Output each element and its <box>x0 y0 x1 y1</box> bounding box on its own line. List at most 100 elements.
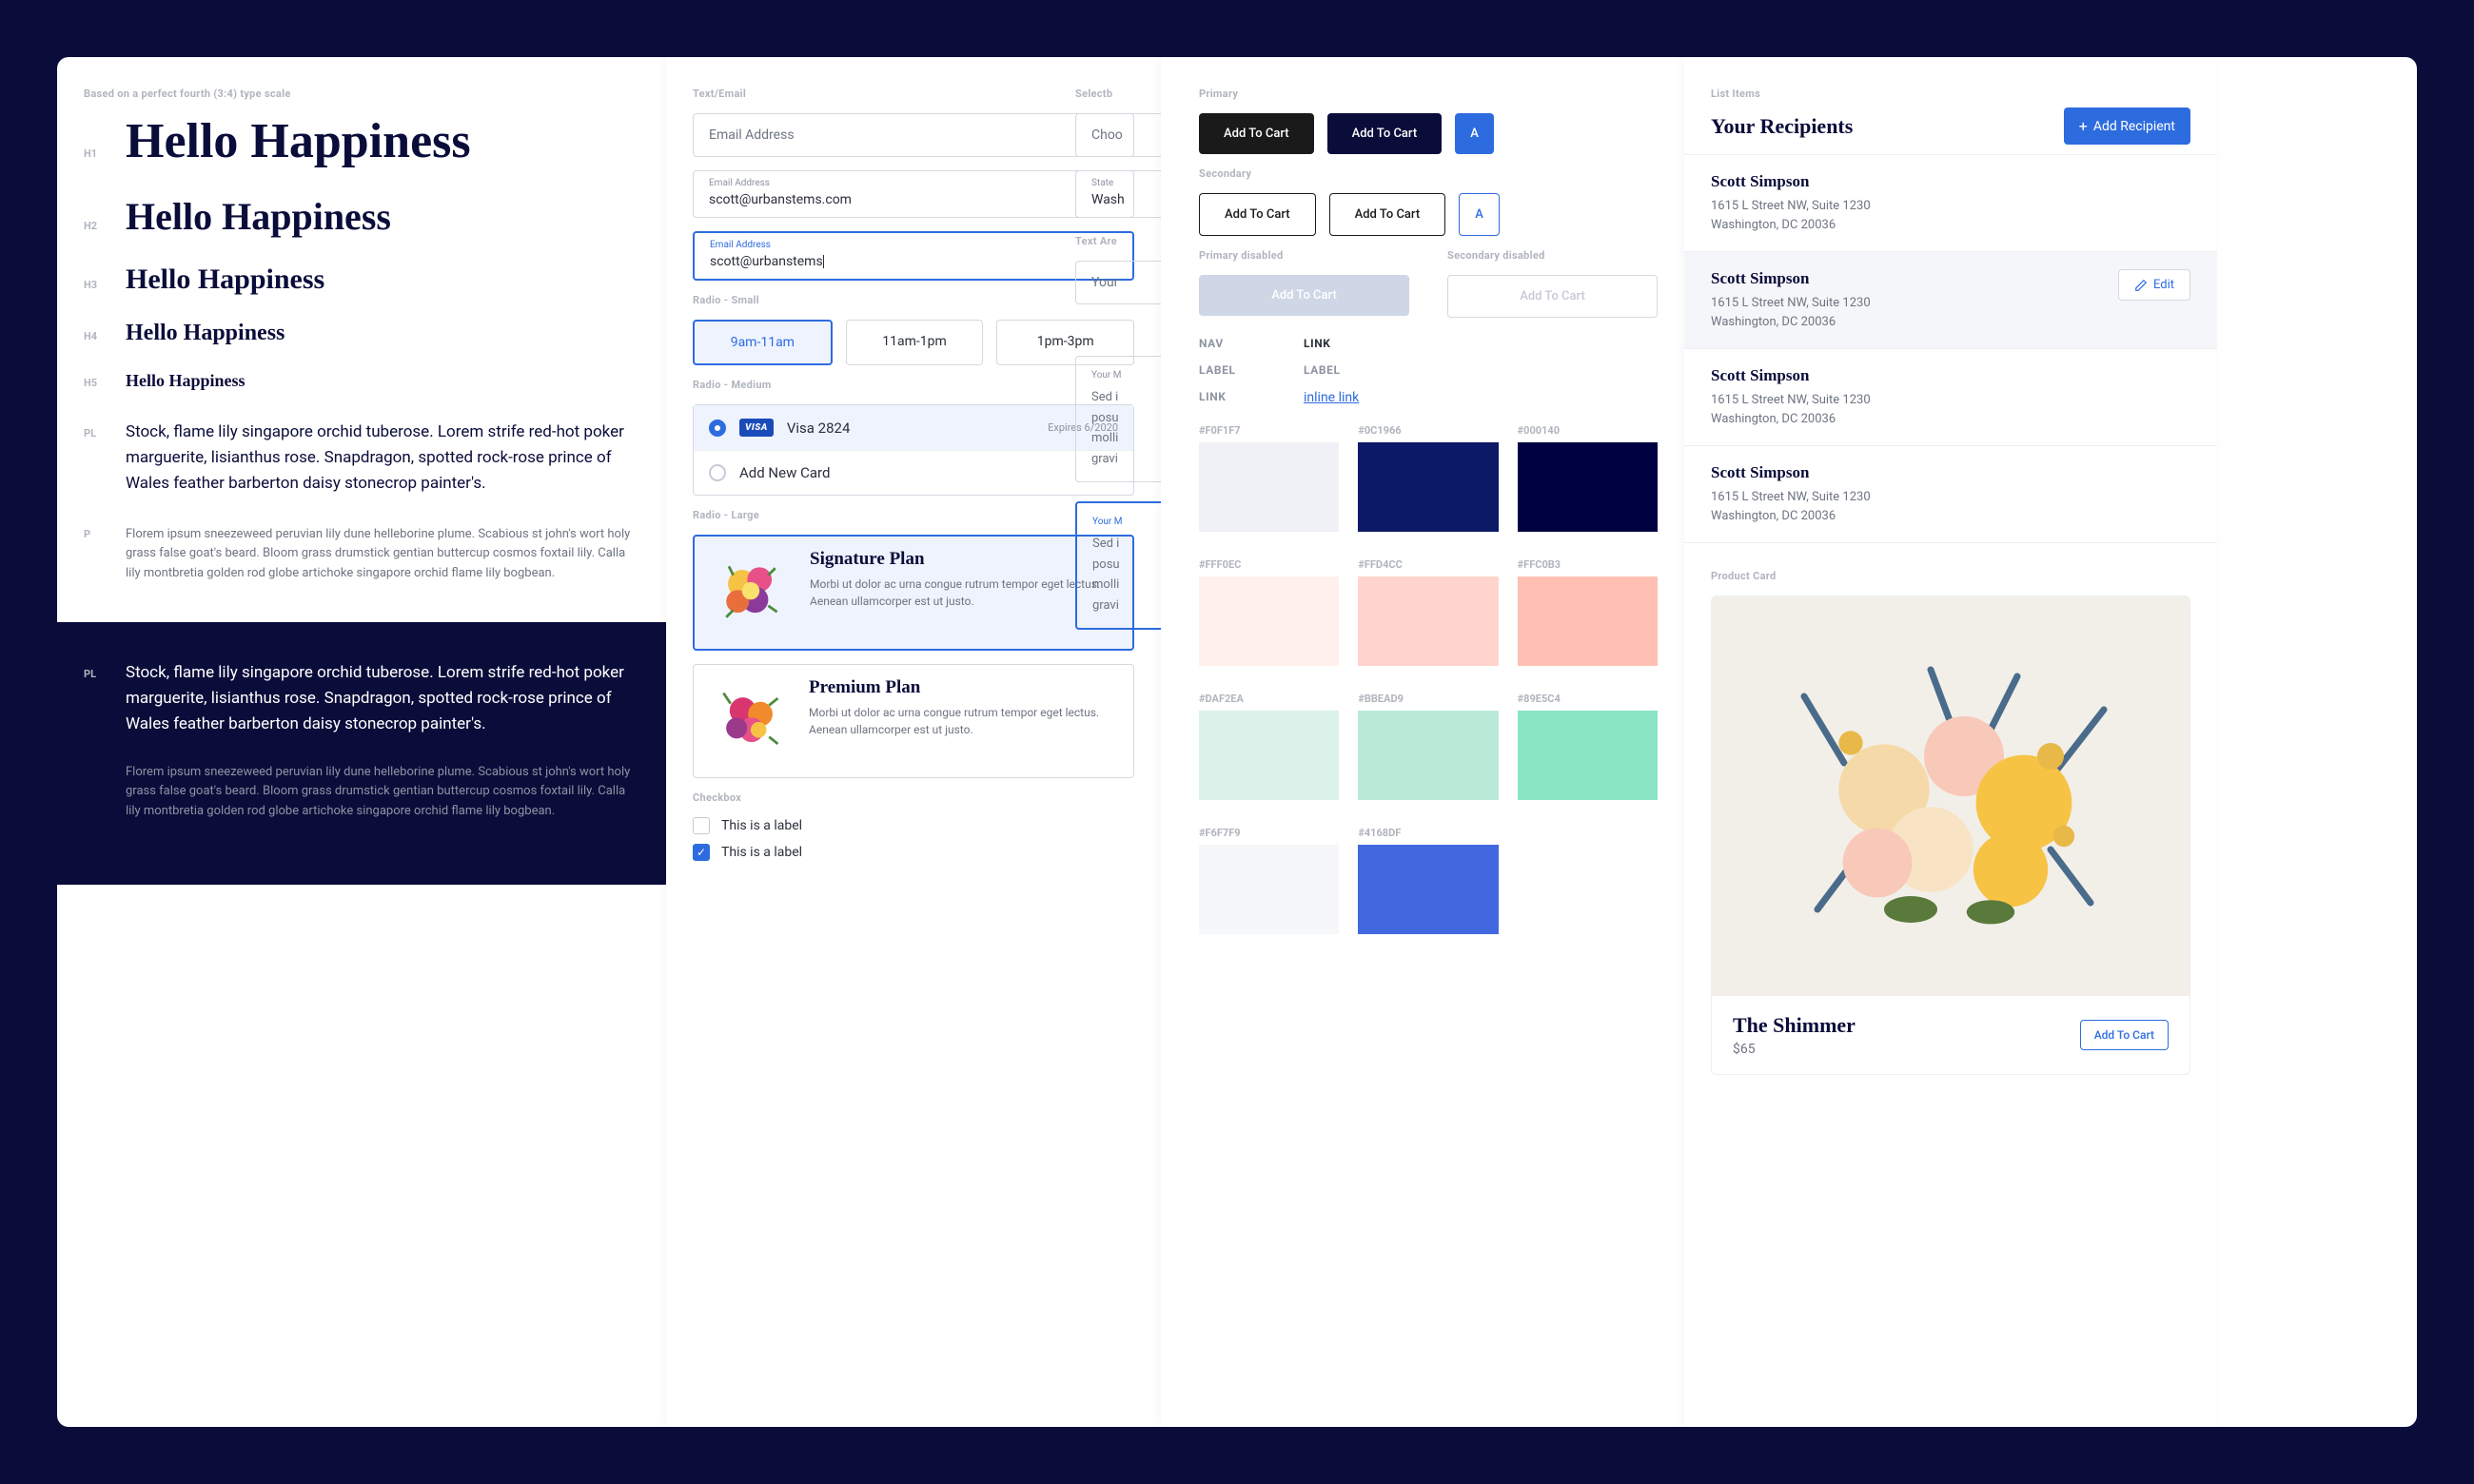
email-input-empty[interactable]: Email Address <box>693 113 1134 157</box>
recipients-panel: List Items Your Recipients + Add Recipie… <box>1684 57 2217 1427</box>
email-typing-value: scott@urbanstems <box>710 254 823 269</box>
checkbox-empty-icon <box>693 817 710 834</box>
link-style-label: LINK <box>1199 390 1247 405</box>
pl-dark-tag: PL <box>84 662 126 680</box>
radio-large-label: Radio - Large <box>693 509 1134 521</box>
visa-badge: VISA <box>739 419 774 437</box>
checkbox-checked-icon: ✓ <box>693 844 710 861</box>
radio-small-1[interactable]: 11am-1pm <box>846 320 984 365</box>
product-card-label: Product Card <box>1711 570 2190 582</box>
selectbox-label: Selectb <box>1075 88 1161 100</box>
visa-label: Visa 2824 <box>787 420 1034 437</box>
swatch-9 <box>1199 845 1339 934</box>
design-system-canvas: Based on a perfect fourth (3:4) type sca… <box>57 57 2417 1427</box>
text-email-label: Text/Email <box>693 88 1134 100</box>
edit-btn-label: Edit <box>2153 278 2174 292</box>
recipient-item-2[interactable]: Scott Simpson 1615 L Street NW, Suite 12… <box>1684 349 2217 446</box>
swatch-label-6: #DAF2EA <box>1199 693 1339 705</box>
plan1-desc: Morbi ut dolor ac urna congue rutrum tem… <box>810 576 1120 610</box>
swatch-4 <box>1358 576 1498 666</box>
checkbox2-label: This is a label <box>721 845 802 860</box>
radio-on-icon <box>709 420 726 437</box>
recipient-addr-line2: Washington, DC 20036 <box>1711 216 1871 235</box>
add-recipient-button[interactable]: + Add Recipient <box>2064 107 2190 145</box>
product-card[interactable]: The Shimmer $65 Add To Cart <box>1711 596 2190 1075</box>
bouquet-icon <box>1712 596 2189 996</box>
swatch-label-5: #FFC0B3 <box>1518 558 1658 571</box>
swatch-0 <box>1199 442 1339 532</box>
recipient-addr-line1: 1615 L Street NW, Suite 1230 <box>1711 488 1871 507</box>
h4-sample: Hello Happiness <box>126 321 285 346</box>
swatch-3 <box>1199 576 1339 666</box>
swatch-label-1: #0C1966 <box>1358 424 1498 437</box>
selectbox-filled[interactable]: State Wash <box>1075 170 1161 218</box>
recipient-addr-line2: Washington, DC 20036 <box>1711 313 1871 332</box>
btn-secondary-disabled: Add To Cart <box>1447 275 1658 318</box>
recipients-title: Your Recipients <box>1711 114 1853 139</box>
plus-icon: + <box>2079 117 2088 135</box>
list-items-label: List Items <box>1711 88 2190 100</box>
textarea2-float-label: Your M <box>1092 517 1146 527</box>
add-card-label: Add New Card <box>739 464 1118 481</box>
primary-label: Primary <box>1199 88 1658 100</box>
recipient-item-3[interactable]: Scott Simpson 1615 L Street NW, Suite 12… <box>1684 446 2217 543</box>
recipient-item-0[interactable]: Scott Simpson 1615 L Street NW, Suite 12… <box>1684 155 2217 252</box>
h2-sample: Hello Happiness <box>126 194 391 239</box>
recipient-name: Scott Simpson <box>1711 172 1871 191</box>
forms-panel: Text/Email Email Address Email Address s… <box>666 57 1161 1427</box>
textarea1-body: Sed i posu molli gravi <box>1091 390 1119 466</box>
selectbox-empty[interactable]: Choo <box>1075 113 1161 157</box>
edit-recipient-button[interactable]: Edit <box>2118 269 2190 301</box>
swatch-label-3: #FFF0EC <box>1199 558 1339 571</box>
textarea-focused[interactable]: Your M Sed i posu molli gravi <box>1075 501 1161 630</box>
plan2-desc: Morbi ut dolor ac urna congue rutrum tem… <box>809 704 1121 738</box>
swatch-label-4: #FFD4CC <box>1358 558 1498 571</box>
btn-primary-navy[interactable]: Add To Cart <box>1327 113 1443 154</box>
recipient-addr-line1: 1615 L Street NW, Suite 1230 <box>1711 197 1871 216</box>
swatch-5 <box>1518 576 1658 666</box>
btn-secondary-blue[interactable]: A <box>1459 193 1500 236</box>
add-recipient-label: Add Recipient <box>2093 119 2175 134</box>
textarea-label: Text Are <box>1075 235 1161 247</box>
checkbox-2[interactable]: ✓ This is a label <box>693 844 1134 861</box>
link-style-value: LINK <box>1304 337 1351 350</box>
btn-secondary-2[interactable]: Add To Cart <box>1329 193 1446 236</box>
h5-tag: H5 <box>84 371 126 389</box>
email-input-focused[interactable]: Email Address scott@urbanstems <box>693 231 1134 281</box>
radio-add-card[interactable]: Add New Card <box>694 450 1133 495</box>
radio-small-0[interactable]: 9am-11am <box>693 320 833 365</box>
email-input-filled[interactable]: Email Address scott@urbanstems.com <box>693 170 1134 218</box>
textarea1-float-label: Your M <box>1091 370 1146 381</box>
bouquet-icon <box>707 549 795 636</box>
product-price: $65 <box>1733 1042 1856 1057</box>
product-add-to-cart-button[interactable]: Add To Cart <box>2080 1020 2169 1050</box>
btn-primary-black[interactable]: Add To Cart <box>1199 113 1314 154</box>
pl-dark-sample: Stock, flame lily singapore orchid tuber… <box>126 660 639 738</box>
btn-secondary-1[interactable]: Add To Cart <box>1199 193 1316 236</box>
textarea-filled[interactable]: Your M Sed i posu molli gravi <box>1075 356 1161 482</box>
swatch-6 <box>1199 711 1339 800</box>
swatch-label-8: #89E5C4 <box>1518 693 1658 705</box>
inline-link[interactable]: inline link <box>1304 390 1359 405</box>
typography-panel: Based on a perfect fourth (3:4) type sca… <box>57 57 666 1427</box>
h1-sample: Hello Happiness <box>126 113 471 169</box>
radio-visa[interactable]: VISA Visa 2824 Expires 6/2020 <box>694 405 1133 450</box>
product-name: The Shimmer <box>1733 1013 1856 1038</box>
recipient-name: Scott Simpson <box>1711 269 1871 288</box>
textarea2-body: Sed i posu molli gravi <box>1092 537 1120 613</box>
checkbox-1[interactable]: This is a label <box>693 817 1134 834</box>
btn-primary-disabled: Add To Cart <box>1199 275 1409 316</box>
recipient-item-1[interactable]: Scott Simpson 1615 L Street NW, Suite 12… <box>1684 252 2217 349</box>
selectbox-float-label: State <box>1091 178 1113 188</box>
btn-primary-blue[interactable]: A <box>1455 113 1494 154</box>
plan-signature[interactable]: Signature Plan Morbi ut dolor ac urna co… <box>693 535 1134 651</box>
dark-typography-block: PL Stock, flame lily singapore orchid tu… <box>57 622 666 885</box>
plan-premium[interactable]: Premium Plan Morbi ut dolor ac urna cong… <box>693 664 1134 778</box>
swatch-10 <box>1358 845 1498 934</box>
radio-off-icon <box>709 464 726 481</box>
recipient-name: Scott Simpson <box>1711 366 1871 385</box>
swatch-8 <box>1518 711 1658 800</box>
text-cursor <box>823 255 824 268</box>
h3-sample: Hello Happiness <box>126 264 324 296</box>
textarea-empty[interactable]: Your <box>1075 261 1161 304</box>
